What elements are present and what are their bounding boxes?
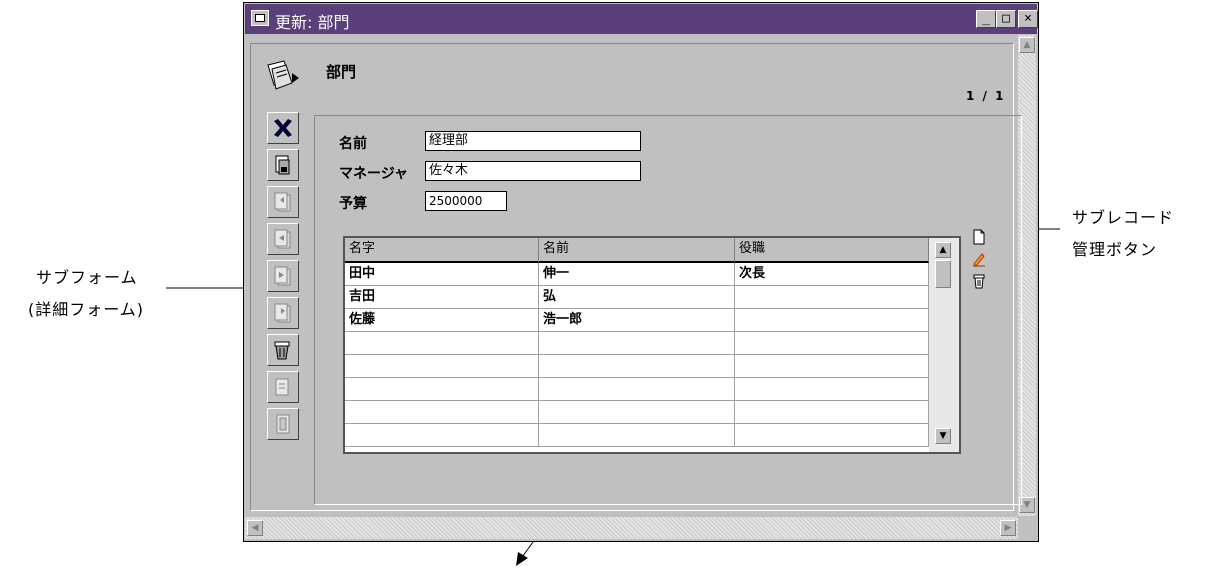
cell-position (735, 309, 929, 331)
column-header-last-name[interactable]: 名字 (345, 238, 539, 263)
cell-last-name (345, 401, 539, 423)
delete-subrecord-icon[interactable] (972, 273, 986, 289)
annotation-subrecord-buttons-1: サブレコード (1072, 208, 1175, 227)
previous-record-button[interactable] (267, 223, 299, 255)
cell-first-name: 浩一郎 (539, 309, 735, 331)
cell-position: 次長 (735, 263, 929, 285)
door-icon (276, 414, 290, 434)
minimize-button[interactable]: _ (976, 10, 996, 28)
annotation-subform-1: サブフォーム (36, 268, 138, 287)
cell-last-name (345, 378, 539, 400)
maximize-button[interactable]: □ (996, 10, 1016, 28)
cell-first-name (539, 424, 735, 446)
cell-last-name (345, 332, 539, 354)
cancel-icon (274, 119, 292, 137)
scroll-up-arrow-icon[interactable]: ▲ (1019, 37, 1035, 53)
cell-position (735, 332, 929, 354)
table-header-icon (267, 60, 299, 90)
table-row[interactable] (345, 424, 929, 447)
cell-last-name (345, 424, 539, 446)
annotation-subrecord-buttons-2: 管理ボタン (1072, 240, 1158, 259)
window-horizontal-scrollbar[interactable]: ◀ ▶ (245, 517, 1018, 539)
first-record-icon (274, 192, 291, 212)
close-button[interactable]: × (1018, 10, 1038, 28)
cell-position (735, 355, 929, 377)
subform-list[interactable]: 名字 名前 役職 田中 伸一 次長 吉田 弘 佐藤 浩一郎 ▲ ▼ (343, 236, 961, 454)
field-label-budget: 予算 (339, 196, 367, 212)
cell-last-name: 田中 (345, 263, 539, 285)
previous-record-icon (274, 229, 291, 249)
subform-scroll-up-icon[interactable]: ▲ (935, 242, 951, 258)
record-indicator: 1 / 1 (966, 89, 1006, 103)
new-subrecord-icon[interactable] (972, 229, 986, 245)
last-record-icon (274, 303, 291, 323)
last-record-button[interactable] (267, 297, 299, 329)
manager-field[interactable]: 佐々木 (425, 161, 641, 181)
table-row[interactable] (345, 355, 929, 378)
table-row[interactable] (345, 401, 929, 424)
subform-scroll-down-icon[interactable]: ▼ (935, 428, 951, 444)
cell-position (735, 401, 929, 423)
table-row[interactable] (345, 332, 929, 355)
cell-first-name (539, 401, 735, 423)
accept-button[interactable] (267, 149, 299, 181)
record-window: 更新: 部門 _ □ × ▲ ▼ ◀ ▶ 部門 1 / 1 名前 経理部 マネー… (243, 2, 1039, 542)
window-menu-icon[interactable] (251, 10, 269, 26)
title-bar[interactable]: 更新: 部門 _ □ × (245, 4, 1038, 34)
budget-field[interactable]: 2500000 (425, 191, 507, 211)
cell-last-name: 佐藤 (345, 309, 539, 331)
trash-icon (274, 341, 290, 360)
next-record-button[interactable] (267, 260, 299, 292)
cancel-button[interactable] (267, 112, 299, 144)
window-title: 更新: 部門 (275, 13, 350, 32)
accept-icon (275, 155, 290, 175)
scroll-right-arrow-icon[interactable]: ▶ (1000, 520, 1016, 536)
subform-scroll-thumb[interactable] (935, 260, 951, 288)
table-row[interactable] (345, 378, 929, 401)
field-label-manager: マネージャ (339, 166, 409, 182)
cell-first-name (539, 332, 735, 354)
cell-last-name: 吉田 (345, 286, 539, 308)
cell-position (735, 378, 929, 400)
subform-scrollbar[interactable]: ▲ ▼ (929, 238, 959, 452)
add-record-button[interactable] (267, 371, 299, 403)
edit-subrecord-icon[interactable] (972, 251, 986, 267)
cell-first-name: 伸一 (539, 263, 735, 285)
delete-record-button[interactable] (267, 334, 299, 366)
column-header-position[interactable]: 役職 (735, 238, 929, 263)
add-record-icon (275, 378, 289, 396)
name-field[interactable]: 経理部 (425, 131, 641, 151)
table-name: 部門 (326, 63, 357, 81)
first-record-button[interactable] (267, 186, 299, 218)
cell-last-name (345, 355, 539, 377)
cell-position (735, 286, 929, 308)
cell-first-name (539, 378, 735, 400)
cell-first-name: 弘 (539, 286, 735, 308)
annotation-subform-2: (詳細フォーム) (28, 300, 145, 319)
field-label-name: 名前 (339, 136, 367, 152)
exit-button[interactable] (267, 408, 299, 440)
table-row[interactable]: 田中 伸一 次長 (345, 263, 929, 286)
column-header-first-name[interactable]: 名前 (539, 238, 735, 263)
table-row[interactable]: 吉田 弘 (345, 286, 929, 309)
cell-position (735, 424, 929, 446)
scroll-left-arrow-icon[interactable]: ◀ (247, 520, 263, 536)
table-row[interactable]: 佐藤 浩一郎 (345, 309, 929, 332)
next-record-icon (274, 266, 291, 286)
cell-first-name (539, 355, 735, 377)
